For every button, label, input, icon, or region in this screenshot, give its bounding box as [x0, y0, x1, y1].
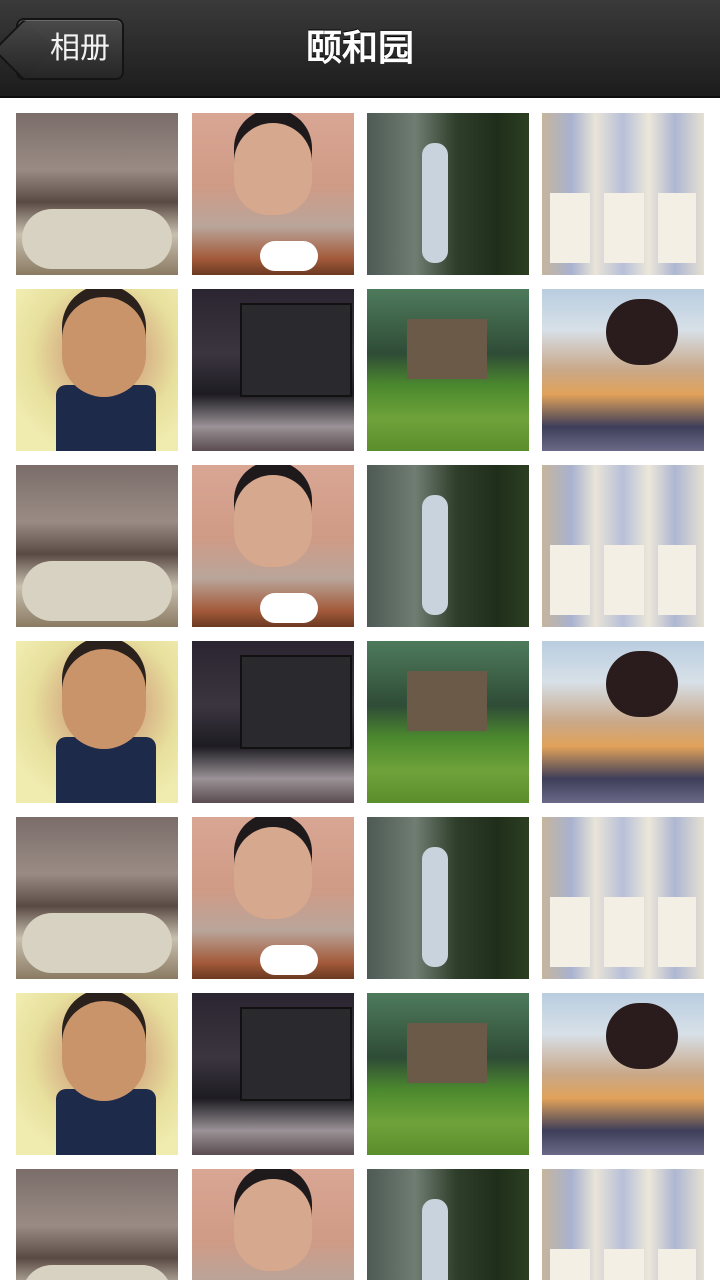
- navigation-bar: 相册 颐和园: [0, 0, 720, 98]
- photo-thumbnail-smiling-guy[interactable]: [16, 641, 178, 803]
- photo-subject: [22, 209, 172, 269]
- bowl: [260, 593, 318, 623]
- photo-subject: [22, 561, 172, 621]
- photo-subject: [550, 1249, 696, 1280]
- photo-subject: [550, 545, 696, 615]
- photo-thumbnail-woman-on-beach[interactable]: [542, 641, 704, 803]
- photo-subject: [234, 475, 312, 567]
- photo-thumbnail-smiling-guy[interactable]: [16, 993, 178, 1155]
- photo-thumbnail-guy-at-table[interactable]: [192, 817, 354, 979]
- photo-thumbnail-studio-speakers[interactable]: [192, 993, 354, 1155]
- photo-subject: [240, 303, 352, 397]
- photo-subject: [422, 847, 448, 967]
- photo-thumbnail-family-dinner[interactable]: [16, 465, 178, 627]
- photo-subject: [407, 1023, 487, 1083]
- photo-subject: [234, 827, 312, 919]
- photo-subject: [422, 143, 448, 263]
- photo-subject: [550, 193, 696, 263]
- photo-subject: [62, 649, 146, 749]
- photo-thumbnail-woman-on-beach[interactable]: [542, 993, 704, 1155]
- photo-thumbnail-smiling-guy[interactable]: [16, 289, 178, 451]
- photo-subject: [22, 1265, 172, 1280]
- photo-subject: [422, 495, 448, 615]
- photo-subject: [550, 897, 696, 967]
- photo-thumbnail-guy-at-table[interactable]: [192, 113, 354, 275]
- photo-thumbnail-family-dinner[interactable]: [16, 1169, 178, 1280]
- photo-subject: [22, 913, 172, 973]
- photo-subject: [62, 297, 146, 397]
- photo-thumbnail-child-with-guitar[interactable]: [542, 1169, 704, 1280]
- photo-thumbnail-child-with-guitar[interactable]: [542, 113, 704, 275]
- photo-subject: [240, 655, 352, 749]
- photo-thumbnail-garden-path[interactable]: [367, 289, 529, 451]
- photo-subject: [234, 123, 312, 215]
- photo-thumbnail-garden-path[interactable]: [367, 993, 529, 1155]
- photo-subject: [606, 299, 678, 365]
- photo-thumbnail-waterfall-girl[interactable]: [367, 113, 529, 275]
- photo-thumbnail-studio-speakers[interactable]: [192, 289, 354, 451]
- photo-subject: [62, 1001, 146, 1101]
- photo-thumbnail-guy-at-table[interactable]: [192, 465, 354, 627]
- page-title: 颐和园: [305, 28, 414, 69]
- photo-subject: [234, 1179, 312, 1271]
- photo-subject: [422, 1199, 448, 1280]
- photo-grid: [0, 98, 720, 1280]
- photo-thumbnail-child-with-guitar[interactable]: [542, 817, 704, 979]
- photo-thumbnail-studio-speakers[interactable]: [192, 641, 354, 803]
- photo-thumbnail-waterfall-girl[interactable]: [367, 1169, 529, 1280]
- photo-subject: [606, 651, 678, 717]
- photo-subject: [606, 1003, 678, 1069]
- photo-thumbnail-guy-at-table[interactable]: [192, 1169, 354, 1280]
- photo-thumbnail-waterfall-girl[interactable]: [367, 817, 529, 979]
- photo-subject: [407, 319, 487, 379]
- photo-subject: [240, 1007, 352, 1101]
- photo-thumbnail-child-with-guitar[interactable]: [542, 465, 704, 627]
- photo-thumbnail-garden-path[interactable]: [367, 641, 529, 803]
- photo-thumbnail-family-dinner[interactable]: [16, 817, 178, 979]
- photo-thumbnail-woman-on-beach[interactable]: [542, 289, 704, 451]
- photo-subject: [407, 671, 487, 731]
- bowl: [260, 241, 318, 271]
- photo-thumbnail-family-dinner[interactable]: [16, 113, 178, 275]
- photo-thumbnail-waterfall-girl[interactable]: [367, 465, 529, 627]
- bowl: [260, 945, 318, 975]
